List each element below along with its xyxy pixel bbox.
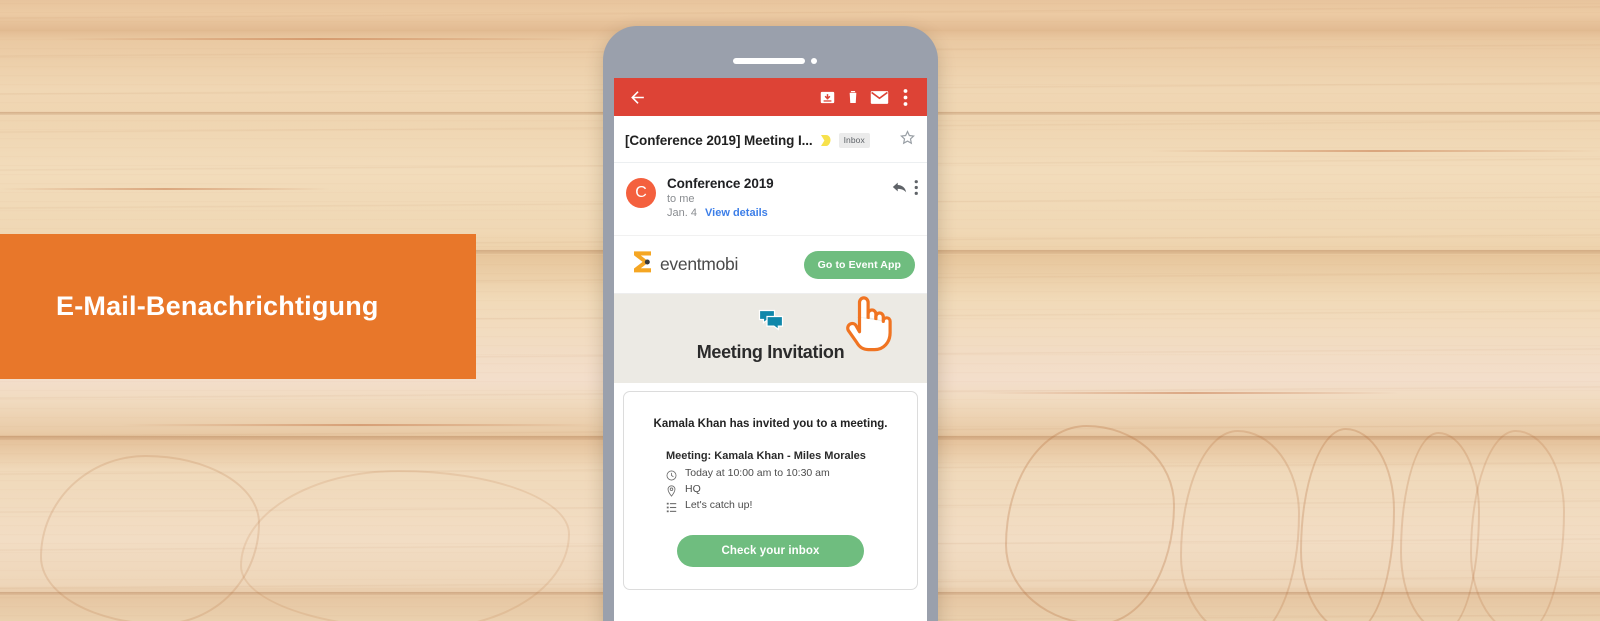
meeting-details: Meeting: Kamala Khan - Miles Morales Tod… xyxy=(624,430,917,513)
sender-meta: Conference 2019 to me Jan. 4 View detail… xyxy=(656,176,891,219)
meeting-location-row: HQ xyxy=(666,483,917,497)
meeting-note: Let's catch up! xyxy=(685,499,753,511)
invitation-header: Meeting Invitation xyxy=(614,294,927,383)
meeting-time-row: Today at 10:00 am to 10:30 am xyxy=(666,467,917,481)
invitation-card: Kamala Khan has invited you to a meeting… xyxy=(623,391,918,590)
subject-row: [Conference 2019] Meeting I... Inbox xyxy=(614,116,927,163)
chat-bubbles-icon xyxy=(614,309,927,331)
front-camera-icon xyxy=(811,58,817,64)
sender-row: C Conference 2019 to me Jan. 4 View deta… xyxy=(614,163,927,236)
view-details-link[interactable]: View details xyxy=(705,207,768,219)
banner-title: E-Mail-Benachrichtigung xyxy=(56,291,379,321)
wood-streak xyxy=(120,424,600,426)
meeting-location: HQ xyxy=(685,483,701,495)
phone-screen: [Conference 2019] Meeting I... Inbox C C… xyxy=(614,78,927,621)
sender-actions xyxy=(891,176,919,201)
eventmobi-logo-text: eventmobi xyxy=(660,254,739,274)
wood-streak xyxy=(1150,150,1600,152)
invitation-lead-text: Kamala Khan has invited you to a meeting… xyxy=(653,418,888,430)
phone-mockup: [Conference 2019] Meeting I... Inbox C C… xyxy=(603,26,938,621)
go-to-event-app-button[interactable]: Go to Event App xyxy=(803,250,915,279)
label-chip-inbox[interactable]: Inbox xyxy=(838,132,870,148)
meeting-note-row: Let's catch up! xyxy=(666,499,917,513)
notes-icon xyxy=(666,499,677,513)
star-icon[interactable] xyxy=(899,129,916,151)
date-and-details: Jan. 4 View details xyxy=(667,207,891,219)
email-subject: [Conference 2019] Meeting I... xyxy=(625,132,813,148)
meeting-time: Today at 10:00 am to 10:30 am xyxy=(685,467,830,479)
email-body: Meeting Invitation Kamala Khan has invit… xyxy=(614,294,927,590)
speaker-grille xyxy=(733,58,805,64)
more-options-icon[interactable] xyxy=(892,84,918,110)
eventmobi-logo-mark-icon xyxy=(632,250,653,279)
brand-row: eventmobi Go to Event App xyxy=(614,236,927,294)
wood-streak xyxy=(0,188,330,190)
clock-icon xyxy=(666,467,677,481)
wood-streak xyxy=(980,392,1400,394)
invitation-title: Meeting Invitation xyxy=(696,342,845,362)
important-marker-icon[interactable] xyxy=(820,134,832,147)
meeting-title: Meeting: Kamala Khan - Miles Morales xyxy=(666,450,866,462)
envelope-icon[interactable] xyxy=(866,84,892,110)
check-inbox-cta-wrap: Check your inbox xyxy=(624,515,917,589)
back-arrow-icon[interactable] xyxy=(624,84,650,110)
more-options-icon[interactable] xyxy=(914,179,919,201)
recipient-label: to me xyxy=(667,193,695,205)
check-your-inbox-button[interactable]: Check your inbox xyxy=(677,535,864,567)
trash-icon[interactable] xyxy=(840,84,866,110)
reply-icon[interactable] xyxy=(891,180,908,200)
avatar: C xyxy=(626,178,656,208)
archive-icon[interactable] xyxy=(814,84,840,110)
screenshot-stage: E-Mail-Benachrichtigung [Conference 2019… xyxy=(0,0,1600,621)
sender-name: Conference 2019 xyxy=(667,176,774,191)
location-pin-icon xyxy=(666,483,677,497)
email-date: Jan. 4 xyxy=(667,207,697,219)
title-banner: E-Mail-Benachrichtigung xyxy=(0,234,476,379)
gmail-toolbar xyxy=(614,78,927,116)
eventmobi-logo: eventmobi xyxy=(632,250,738,279)
wood-streak xyxy=(60,38,580,40)
